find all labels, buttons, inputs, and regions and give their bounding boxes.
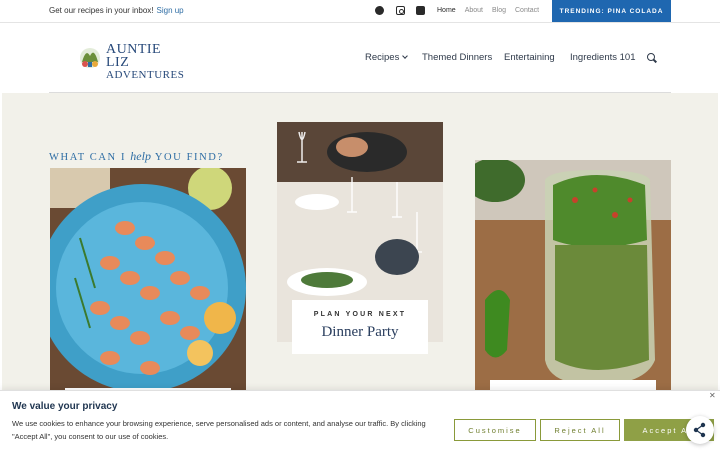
facebook-icon[interactable] (375, 6, 384, 15)
cookie-title: We value your privacy (12, 401, 118, 412)
logo-line2: ADVENTURES (106, 69, 185, 81)
nav-entertaining[interactable]: Entertaining (504, 52, 555, 63)
dinner-party-label[interactable]: PLAN YOUR NEXT Dinner Party (292, 300, 428, 354)
tiktok-icon[interactable] (416, 6, 425, 15)
chevron-down-icon (402, 53, 409, 59)
top-link-blog[interactable]: Blog (492, 7, 506, 14)
shrimp-skewers-card[interactable] (50, 168, 246, 390)
reject-all-button[interactable]: Reject All (540, 419, 620, 441)
share-button[interactable] (686, 416, 714, 444)
close-icon[interactable]: ✕ (709, 391, 716, 400)
top-link-home[interactable]: Home (437, 7, 456, 14)
top-links: Home About Blog Contact (437, 7, 539, 14)
find-heading-pre: WHAT CAN I (49, 152, 127, 163)
newsletter-promo: Get our recipes in your inbox! Sign up (49, 6, 184, 15)
signup-link[interactable]: Sign up (157, 6, 184, 15)
customise-button[interactable]: Customise (454, 419, 536, 441)
salsa-jar-image (475, 160, 671, 390)
salsa-jar-card[interactable] (475, 160, 671, 390)
top-bar: Get our recipes in your inbox! Sign up Ho… (0, 0, 720, 23)
card-title: Dinner Party (321, 324, 399, 340)
cookie-text: We use cookies to enhance your browsing … (12, 419, 426, 441)
logo-wordmark: AUNTIE LIZ ADVENTURES (106, 43, 186, 82)
share-icon (693, 422, 706, 438)
card-kicker: PLAN YOUR NEXT (313, 311, 407, 318)
nav-recipes-label: Recipes (365, 52, 400, 63)
trending-button[interactable]: TRENDING: PINA COLADA (552, 0, 671, 22)
top-link-about[interactable]: About (465, 7, 483, 14)
site-logo[interactable]: AUNTIE LIZ ADVENTURES (76, 42, 186, 81)
instagram-icon[interactable] (396, 6, 405, 15)
find-heading-post: YOU FIND? (154, 152, 224, 163)
nav-ingredients[interactable]: Ingredients 101 (570, 52, 636, 63)
nav-themed-dinners[interactable]: Themed Dinners (422, 52, 492, 63)
find-heading: WHAT CAN I help YOU FIND? (49, 149, 224, 164)
logo-mark-icon (80, 48, 100, 68)
shrimp-skewers-image (50, 168, 246, 390)
logo-line1: AUNTIE LIZ (106, 42, 162, 70)
search-icon[interactable] (647, 53, 655, 61)
find-heading-script: help (130, 149, 151, 163)
top-link-contact[interactable]: Contact (515, 7, 539, 14)
nav-recipes[interactable]: Recipes (365, 52, 409, 63)
promo-text: Get our recipes in your inbox! (49, 6, 154, 15)
